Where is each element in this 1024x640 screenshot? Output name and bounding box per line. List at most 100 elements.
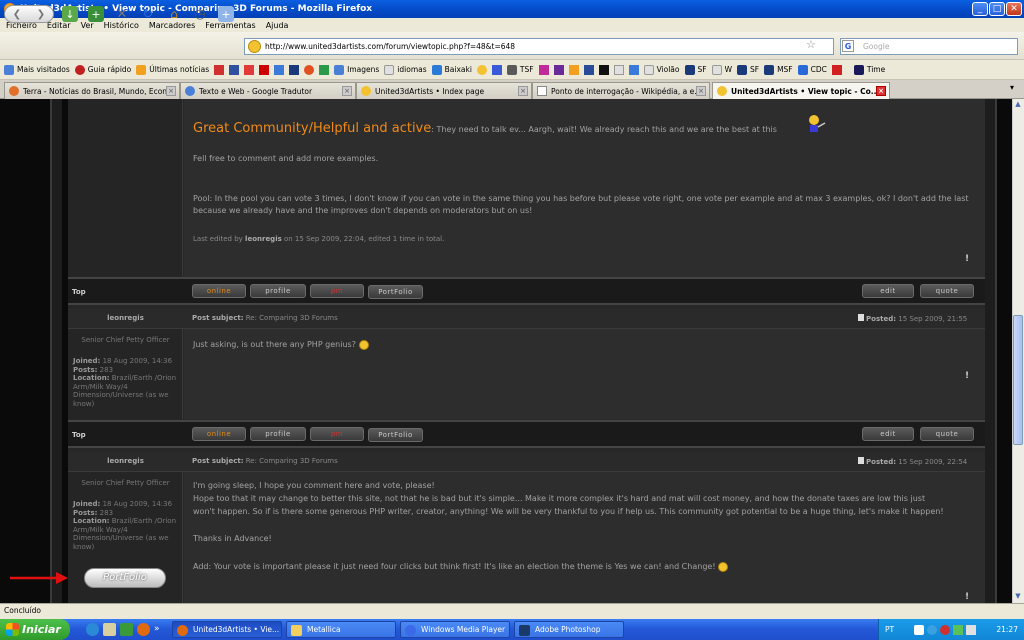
bookmark-favicon-icon[interactable]	[598, 64, 609, 75]
history-icon[interactable]: ◷	[192, 6, 208, 22]
portfolio-badge[interactable]: PortFolio	[84, 568, 166, 588]
forward-button[interactable]: ❯	[37, 9, 45, 20]
bookmark-item[interactable]: SF	[684, 64, 707, 75]
left-frame	[50, 99, 62, 603]
bookmark-favicon-icon[interactable]	[831, 64, 842, 75]
firefox-quicklaunch-icon[interactable]	[137, 623, 150, 636]
google-search-icon[interactable]: G	[842, 40, 854, 52]
edit-button[interactable]: edit	[862, 427, 914, 441]
help-tray-icon[interactable]	[914, 624, 925, 635]
minimize-button[interactable]: _	[972, 2, 988, 16]
pm-button[interactable]: pm	[310, 284, 364, 298]
bookmark-favicon-icon[interactable]	[538, 64, 549, 75]
bookmark-item[interactable]: Imagens	[334, 64, 379, 75]
quicklaunch-more-icon[interactable]: »	[154, 623, 167, 636]
bookmark-item[interactable]: Time	[853, 64, 885, 75]
tab-google-tradutor[interactable]: Texto e Web - Google Tradutor ×	[180, 82, 356, 99]
tab-united3dartists-index[interactable]: United3dArtists • Index page ×	[356, 82, 532, 99]
online-button[interactable]: online	[192, 427, 246, 441]
url-input[interactable]: http://www.united3dartists.com/forum/vie…	[244, 38, 834, 55]
bookmark-favicon-icon[interactable]	[568, 64, 579, 75]
reload-icon[interactable]: ↻	[140, 6, 156, 22]
taskbar-metallica[interactable]: Metallica	[286, 621, 396, 638]
tab-list-icon[interactable]: ▾	[1010, 83, 1014, 92]
back-button[interactable]: ❮	[13, 9, 21, 20]
home-icon[interactable]: ⌂	[166, 6, 182, 22]
scroll-down-icon[interactable]: ▼	[1013, 592, 1023, 602]
maximize-button[interactable]: □	[989, 2, 1005, 16]
bookmark-item[interactable]: Violão	[643, 64, 680, 75]
desktop-quicklaunch-icon[interactable]	[103, 623, 116, 636]
download-icon[interactable]: ↓	[62, 6, 78, 22]
language-indicator[interactable]: PT	[885, 625, 894, 634]
online-button[interactable]: online	[192, 284, 246, 298]
tab-close-icon[interactable]: ×	[342, 86, 352, 96]
taskbar-media-player[interactable]: Windows Media Player	[400, 621, 510, 638]
bookmark-item[interactable]: Baixaki	[431, 64, 472, 75]
post1-heading-line: Great Community/Helpful and active: They…	[193, 121, 777, 136]
bookmark-favicon-icon[interactable]	[289, 64, 300, 75]
report-icon[interactable]: !	[965, 592, 969, 602]
top-link[interactable]: Top	[72, 288, 86, 296]
bookmark-favicon-icon[interactable]	[229, 64, 240, 75]
scrollbar-thumb[interactable]	[1013, 315, 1023, 445]
bookmark-add-icon[interactable]: +	[218, 6, 234, 22]
profile-button[interactable]: profile	[250, 284, 306, 298]
taskbar-firefox[interactable]: United3dArtists • Vie...	[172, 621, 282, 638]
bookmark-item[interactable]: Últimas notícias	[136, 64, 209, 75]
bookmark-favicon-icon[interactable]	[583, 64, 594, 75]
bookmark-favicon-icon[interactable]	[244, 64, 255, 75]
bookmark-item[interactable]: CDC	[797, 64, 827, 75]
report-icon[interactable]: !	[965, 371, 969, 381]
star-bookmark-icon[interactable]: ☆	[806, 38, 816, 51]
post2-author[interactable]: leonregis	[68, 314, 183, 322]
bookmark-favicon-icon[interactable]	[319, 64, 330, 75]
edit-button[interactable]: edit	[862, 284, 914, 298]
new-tab-icon[interactable]: +	[88, 6, 104, 22]
close-button[interactable]: ✕	[1006, 2, 1022, 16]
post3-author[interactable]: leonregis	[68, 457, 183, 465]
report-icon[interactable]: !	[965, 254, 969, 264]
youtube-icon[interactable]	[259, 64, 270, 75]
menu-ajuda[interactable]: Ajuda	[262, 21, 295, 30]
quote-button[interactable]: quote	[920, 284, 974, 298]
ie-quicklaunch-icon[interactable]	[86, 623, 99, 636]
pm-button[interactable]: pm	[310, 427, 364, 441]
tab-wikipedia[interactable]: Ponto de interrogação - Wikipédia, a e..…	[532, 82, 710, 99]
bookmark-item[interactable]: MSF	[764, 64, 793, 75]
bookmark-item[interactable]: TSF	[506, 64, 534, 75]
tab-close-icon[interactable]: ×	[518, 86, 528, 96]
tray-app-icon[interactable]	[953, 624, 964, 635]
tab-united3dartists-topic[interactable]: United3dArtists • View topic - Co... ×	[712, 82, 890, 99]
bookmark-favicon-icon[interactable]	[628, 64, 639, 75]
messenger-quicklaunch-icon[interactable]	[120, 623, 133, 636]
bookmark-item[interactable]: SF	[737, 64, 759, 75]
tab-close-icon[interactable]: ×	[696, 86, 706, 96]
search-input[interactable]: Google	[840, 38, 1018, 55]
portfolio-button[interactable]: PortFolio	[368, 285, 423, 299]
stop-icon[interactable]: ✕	[114, 6, 130, 22]
bookmark-favicon-icon[interactable]	[304, 64, 315, 75]
tab-terra[interactable]: Terra - Notícias do Brasil, Mundo, Econ.…	[4, 82, 180, 99]
bookmark-favicon-icon[interactable]	[553, 64, 564, 75]
quote-button[interactable]: quote	[920, 427, 974, 441]
network-tray-icon[interactable]	[927, 624, 938, 635]
scroll-up-icon[interactable]: ▲	[1013, 100, 1023, 110]
bookmark-item[interactable]: idiomas	[384, 64, 427, 75]
volume-tray-icon[interactable]	[966, 624, 977, 635]
portfolio-button[interactable]: PortFolio	[368, 428, 423, 442]
bookmark-favicon-icon[interactable]	[214, 64, 225, 75]
bookmark-favicon-icon[interactable]	[476, 64, 487, 75]
bookmark-favicon-icon[interactable]	[491, 64, 502, 75]
bookmark-favicon-icon[interactable]	[274, 64, 285, 75]
bookmark-item[interactable]: W	[711, 64, 732, 75]
tab-close-icon[interactable]: ×	[876, 86, 886, 96]
tab-close-icon[interactable]: ×	[166, 86, 176, 96]
security-tray-icon[interactable]	[940, 624, 951, 635]
taskbar-photoshop[interactable]: Adobe Photoshop	[514, 621, 624, 638]
top-link[interactable]: Top	[72, 431, 86, 439]
bookmark-item[interactable]: Mais visitados	[4, 64, 70, 75]
profile-button[interactable]: profile	[250, 427, 306, 441]
bookmark-favicon-icon[interactable]	[613, 64, 624, 75]
bookmark-item[interactable]: Guia rápido	[74, 64, 131, 75]
